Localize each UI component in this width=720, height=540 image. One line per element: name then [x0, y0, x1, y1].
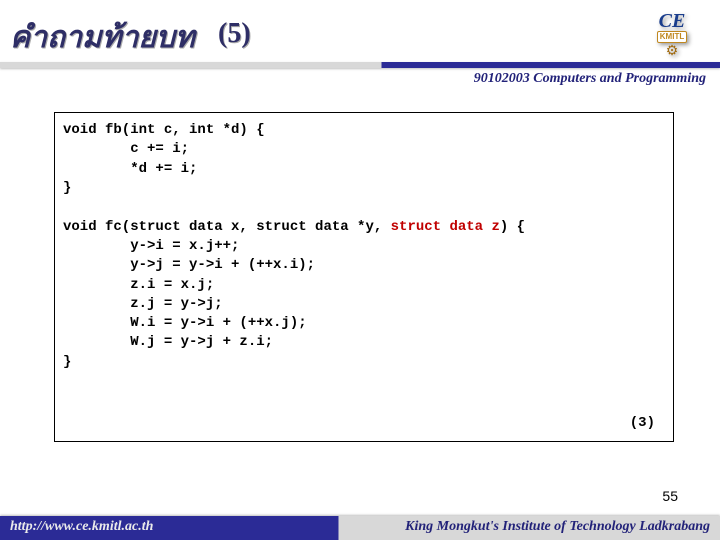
- logo-text-top: CE: [659, 11, 686, 31]
- code-line: z.j = y->j;: [63, 296, 223, 312]
- slide-title: คำถามท้ายบท: [10, 14, 195, 61]
- code-line: }: [63, 354, 71, 370]
- slide-header: คำถามท้ายบท (5) CE KMITL ⚙ 90102003 Comp…: [0, 0, 720, 78]
- code-line: ) {: [500, 219, 525, 235]
- code-line: W.i = y->i + (++x.j);: [63, 315, 307, 331]
- course-code-label: 90102003 Computers and Programming: [474, 71, 706, 87]
- footer-url: http://www.ce.kmitl.ac.th: [10, 519, 153, 535]
- code-listing: void fb(int c, int *d) { c += i; *d += i…: [63, 121, 665, 372]
- code-line: }: [63, 180, 71, 196]
- slide-number: 55: [662, 488, 678, 504]
- slide-title-number: (5): [218, 18, 251, 50]
- institute-logo: CE KMITL ⚙: [644, 6, 700, 62]
- code-line: z.i = x.j;: [63, 277, 214, 293]
- footer-institute: King Mongkut's Institute of Technology L…: [405, 519, 710, 535]
- code-line: void fb(int c, int *d) {: [63, 122, 265, 138]
- code-line: y->i = x.j++;: [63, 238, 239, 254]
- gear-icon: ⚙: [666, 43, 679, 57]
- code-page-mark: (3): [630, 415, 655, 431]
- code-line: y->j = y->i + (++x.i);: [63, 257, 315, 273]
- header-rule: [0, 62, 720, 68]
- code-line: *d += i;: [63, 161, 197, 177]
- slide-footer: http://www.ce.kmitl.ac.th King Mongkut's…: [0, 516, 720, 540]
- code-highlight: struct data z: [391, 219, 500, 235]
- code-line: c += i;: [63, 141, 189, 157]
- code-line: void fc(struct data x, struct data *y,: [63, 219, 391, 235]
- code-line: W.j = y->j + z.i;: [63, 334, 273, 350]
- code-listing-box: void fb(int c, int *d) { c += i; *d += i…: [54, 112, 674, 442]
